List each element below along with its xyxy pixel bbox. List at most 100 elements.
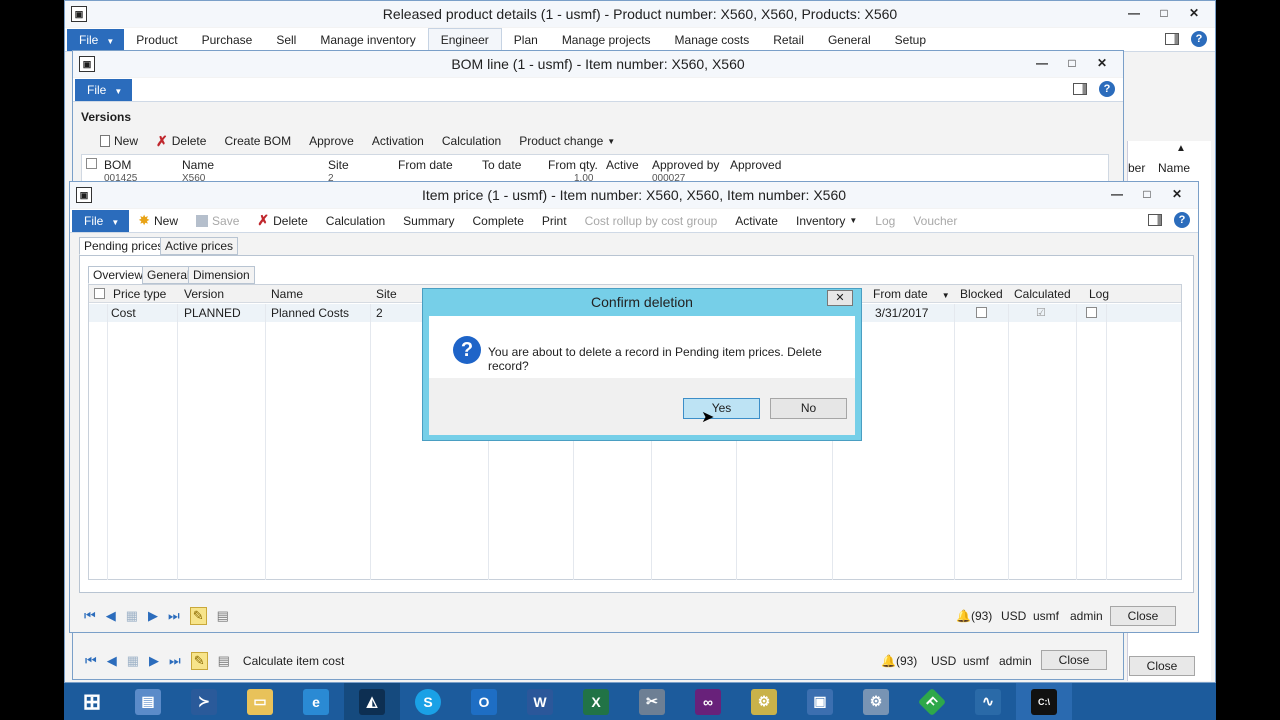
- attachment-icon[interactable]: ▤: [218, 653, 230, 669]
- performance-icon[interactable]: ∿: [960, 683, 1016, 720]
- complete-button[interactable]: Complete: [464, 214, 533, 228]
- inventory-button[interactable]: Inventory ▼: [787, 214, 866, 228]
- bom-pane-toggle-icon[interactable]: [1073, 83, 1087, 95]
- first-record-icon[interactable]: ⏮: [85, 653, 97, 669]
- price-last-record-icon[interactable]: ⏭: [168, 608, 180, 624]
- tab-active-prices[interactable]: Active prices: [160, 237, 239, 255]
- price-grid-view-icon[interactable]: ▦: [126, 608, 138, 624]
- bom-new-button[interactable]: New: [91, 134, 147, 148]
- price-calculation-button[interactable]: Calculation: [317, 214, 394, 228]
- pane-toggle-icon[interactable]: [1165, 33, 1179, 45]
- maximize-button[interactable]: □: [1151, 4, 1177, 22]
- col-from-date[interactable]: From date ▼: [873, 287, 950, 301]
- voucher-button[interactable]: Voucher: [904, 214, 966, 228]
- internet-explorer-icon[interactable]: e: [288, 683, 344, 720]
- bom-calculation-button[interactable]: Calculation: [433, 134, 510, 148]
- bom-close-button[interactable]: Close: [1041, 650, 1107, 670]
- product-change-button[interactable]: Product change ▼: [510, 134, 624, 148]
- menu-general[interactable]: General: [816, 28, 883, 52]
- price-help-icon[interactable]: ?: [1174, 212, 1190, 228]
- deployment-icon[interactable]: F: [904, 683, 960, 720]
- configuration-icon[interactable]: ⚙: [736, 683, 792, 720]
- menu-product[interactable]: Product: [124, 28, 189, 52]
- price-close-button[interactable]: Close: [1110, 606, 1176, 626]
- subtab-general[interactable]: General: [142, 266, 195, 284]
- outlook-icon[interactable]: O: [456, 683, 512, 720]
- menu-setup[interactable]: Setup: [883, 28, 938, 52]
- price-alerts[interactable]: 🔔(93): [956, 609, 992, 623]
- powershell-icon[interactable]: ≻: [176, 683, 232, 720]
- dynamics-ax-icon[interactable]: ◭: [344, 683, 400, 720]
- price-minimize-button[interactable]: —: [1104, 185, 1130, 203]
- network-icon[interactable]: ▣: [792, 683, 848, 720]
- bom-currency[interactable]: USD: [931, 654, 956, 668]
- bom-file-menu-button[interactable]: File ▼: [75, 78, 133, 101]
- price-close-window-button[interactable]: ✕: [1164, 185, 1190, 203]
- menu-engineer[interactable]: Engineer: [427, 28, 502, 51]
- prices-select-all-checkbox[interactable]: [94, 288, 105, 302]
- price-new-button[interactable]: ✸ New: [129, 212, 187, 229]
- bom-help-icon[interactable]: ?: [1099, 81, 1115, 97]
- skype-icon[interactable]: S: [400, 683, 456, 720]
- price-file-menu-button[interactable]: File ▼: [72, 209, 130, 232]
- price-save-button[interactable]: Save: [187, 214, 248, 228]
- yes-button[interactable]: Yes: [683, 398, 760, 419]
- collapse-icon[interactable]: ▲: [1176, 143, 1186, 154]
- menu-plan[interactable]: Plan: [502, 28, 550, 52]
- menu-retail[interactable]: Retail: [761, 28, 816, 52]
- no-button[interactable]: No: [770, 398, 847, 419]
- cost-rollup-button[interactable]: Cost rollup by cost group: [576, 214, 727, 228]
- activation-button[interactable]: Activation: [363, 134, 433, 148]
- price-pane-toggle-icon[interactable]: [1148, 214, 1162, 226]
- price-currency[interactable]: USD: [1001, 609, 1026, 623]
- next-record-icon[interactable]: ▶: [149, 653, 159, 669]
- bom-alerts[interactable]: 🔔(93): [881, 654, 917, 668]
- price-company[interactable]: usmf: [1033, 609, 1059, 623]
- price-maximize-button[interactable]: □: [1134, 185, 1160, 203]
- bom-minimize-button[interactable]: —: [1029, 54, 1055, 72]
- tab-pending-prices[interactable]: Pending prices: [79, 237, 169, 255]
- price-next-record-icon[interactable]: ▶: [148, 608, 158, 624]
- subtab-overview[interactable]: Overview: [88, 266, 149, 284]
- server-manager-icon[interactable]: ▤: [120, 683, 176, 720]
- bom-delete-button[interactable]: ✗ Delete: [147, 133, 215, 150]
- activate-button[interactable]: Activate: [726, 214, 787, 228]
- bom-company[interactable]: usmf: [963, 654, 989, 668]
- previous-record-icon[interactable]: ◀: [107, 653, 117, 669]
- menu-manage-projects[interactable]: Manage projects: [550, 28, 663, 52]
- bom-maximize-button[interactable]: □: [1059, 54, 1085, 72]
- calculated-checkbox[interactable]: ☑: [1036, 306, 1046, 319]
- word-icon[interactable]: W: [512, 683, 568, 720]
- grid-view-icon[interactable]: ▦: [127, 653, 139, 669]
- dialog-close-button[interactable]: ✕: [827, 290, 853, 306]
- help-icon[interactable]: ?: [1191, 31, 1207, 47]
- blocked-checkbox[interactable]: [976, 307, 987, 321]
- file-menu-button[interactable]: File ▼: [67, 28, 125, 51]
- create-bom-button[interactable]: Create BOM: [215, 134, 300, 148]
- price-previous-record-icon[interactable]: ◀: [106, 608, 116, 624]
- tools-icon[interactable]: ✂: [624, 683, 680, 720]
- main-close-button[interactable]: Close: [1129, 656, 1195, 676]
- edit-icon[interactable]: ✎: [190, 652, 208, 670]
- select-all-checkbox[interactable]: [86, 158, 97, 172]
- file-explorer-icon[interactable]: ▭: [232, 683, 288, 720]
- log-checkbox[interactable]: [1086, 307, 1097, 321]
- close-window-button[interactable]: ✕: [1181, 4, 1207, 22]
- menu-purchase[interactable]: Purchase: [190, 28, 265, 52]
- command-prompt-icon[interactable]: C:\: [1016, 683, 1072, 720]
- approve-button[interactable]: Approve: [300, 134, 363, 148]
- visual-studio-icon[interactable]: ∞: [680, 683, 736, 720]
- price-first-record-icon[interactable]: ⏮: [84, 608, 96, 624]
- price-edit-icon[interactable]: ✎: [189, 607, 207, 625]
- start-icon[interactable]: ⊞: [64, 683, 120, 720]
- last-record-icon[interactable]: ⏭: [169, 653, 181, 669]
- menu-manage-costs[interactable]: Manage costs: [663, 28, 762, 52]
- menu-sell[interactable]: Sell: [264, 28, 308, 52]
- summary-button[interactable]: Summary: [394, 214, 463, 228]
- log-button[interactable]: Log: [866, 214, 904, 228]
- print-button[interactable]: Print: [533, 214, 576, 228]
- minimize-button[interactable]: —: [1121, 4, 1147, 22]
- subtab-dimension[interactable]: Dimension: [188, 266, 255, 284]
- menu-manage-inventory[interactable]: Manage inventory: [308, 28, 427, 52]
- price-attachment-icon[interactable]: ▤: [217, 608, 229, 624]
